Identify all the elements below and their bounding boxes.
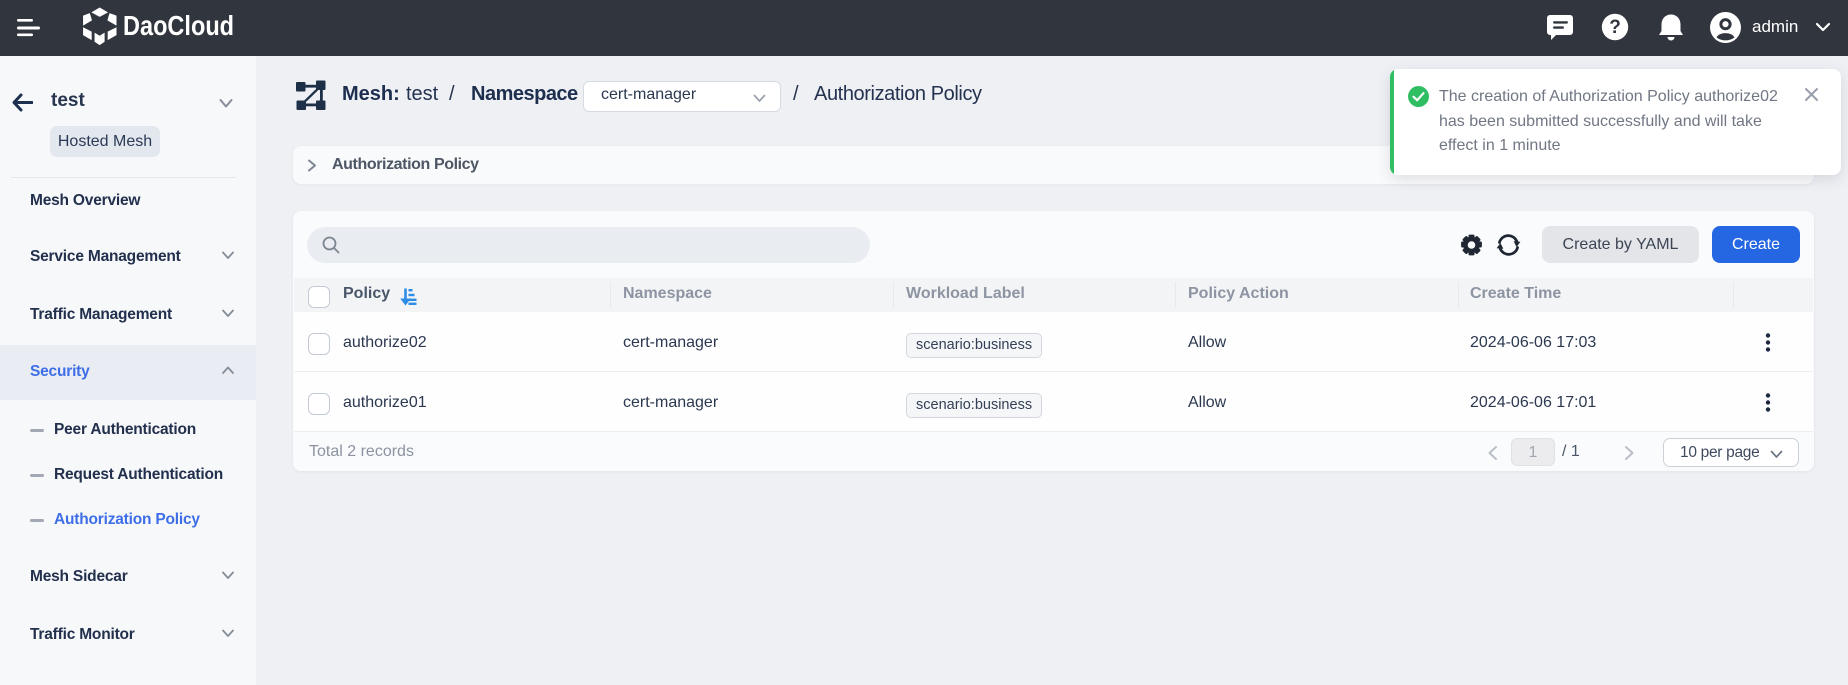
svg-text:?: ?	[1609, 17, 1621, 38]
